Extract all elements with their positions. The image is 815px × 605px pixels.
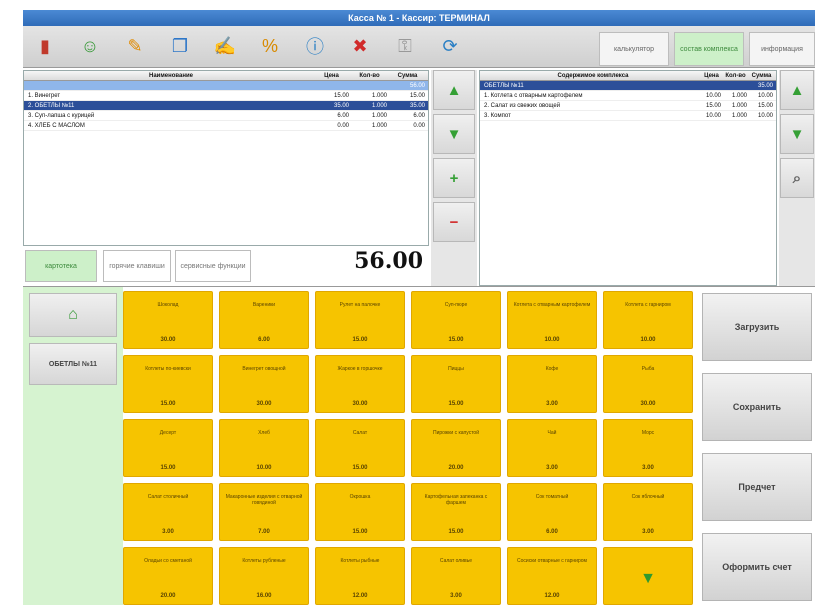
copy-icon[interactable]: ❐: [166, 32, 194, 60]
table-row[interactable]: 2. Салат из свежих овощей 15.00 1.000 15…: [480, 101, 776, 111]
product-tile[interactable]: Оладьи со сметаной 20.00: [123, 547, 213, 605]
discount-icon[interactable]: %: [256, 32, 284, 60]
load-button[interactable]: Загрузить: [702, 293, 812, 361]
product-tile[interactable]: Пирожки с капустой 20.00: [411, 419, 501, 477]
bottom-tabs: картотека горячие клавиши сервисные функ…: [23, 246, 429, 284]
delete-icon[interactable]: ✖: [346, 32, 374, 60]
move-down-icon[interactable]: ▼: [780, 114, 814, 154]
product-tile[interactable]: Рулет на палочке 15.00: [315, 291, 405, 349]
product-tile[interactable]: Шоколад 30.00: [123, 291, 213, 349]
product-tile[interactable]: Картофельная запеканка с фаршем 15.00: [411, 483, 501, 541]
tab-card-index[interactable]: картотека: [25, 250, 97, 282]
product-tile[interactable]: Десерт 15.00: [123, 419, 213, 477]
home-icon: ⌂: [68, 306, 78, 323]
move-down-icon[interactable]: ▼: [433, 114, 475, 154]
product-tile[interactable]: Котлета с гарниром 10.00: [603, 291, 693, 349]
product-tile[interactable]: Котлеты по-киевски 15.00: [123, 355, 213, 413]
move-up-icon[interactable]: ▲: [780, 70, 814, 110]
product-tile[interactable]: Котлеты рыбные 12.00: [315, 547, 405, 605]
product-tile[interactable]: Салат столичный 3.00: [123, 483, 213, 541]
menu-area: ⌂ ОБЕТЛЫ №11 Шоколад 30.00 Вареники 6.00 Р…: [23, 286, 815, 605]
next-page-button[interactable]: ▼: [603, 547, 693, 605]
product-tile[interactable]: Салат 15.00: [315, 419, 405, 477]
complex-controls: ▲ ▼ ⌕: [779, 70, 815, 286]
search-icon[interactable]: ⌕: [780, 158, 814, 198]
product-tile[interactable]: Хлеб 10.00: [219, 419, 309, 477]
table-row[interactable]: 1. Котлета с отварным картофелем 10.00 1…: [480, 91, 776, 101]
order-table[interactable]: Наименование Цена Кол-во Сумма 56.00 1. …: [23, 70, 429, 246]
window-title: Касса № 1 - Кассир: ТЕРМИНАЛ: [348, 13, 490, 23]
info-icon[interactable]: ⓘ: [301, 32, 329, 60]
table-row[interactable]: 2. ОБЕТЛЫ №11 35.00 1.000 35.00: [24, 101, 428, 111]
plus-icon[interactable]: +: [433, 158, 475, 198]
product-tile[interactable]: Пиццы 15.00: [411, 355, 501, 413]
action-column: Загрузить Сохранить Предчет Оформить сче…: [698, 287, 815, 605]
product-tile[interactable]: Суп-пюре 15.00: [411, 291, 501, 349]
complex-table-header: Содержимое комплекса Цена Кол-во Сумма: [480, 71, 776, 81]
tab-hotkeys[interactable]: горячие клавиши: [103, 250, 171, 282]
tools-icon[interactable]: ✎: [121, 32, 149, 60]
table-row[interactable]: 3. Суп-лапша с курицей 6.00 1.000 6.00: [24, 111, 428, 121]
product-tile[interactable]: Котлета с отварным картофелем 10.00: [507, 291, 597, 349]
tab-information[interactable]: информация: [749, 32, 815, 66]
category-button[interactable]: ОБЕТЛЫ №11: [29, 343, 117, 385]
category-back-button[interactable]: ⌂: [29, 293, 117, 337]
product-tile[interactable]: Рыба 30.00: [603, 355, 693, 413]
product-tile[interactable]: Морс 3.00: [603, 419, 693, 477]
product-tile[interactable]: Макаронные изделия с отварной говядиной 7…: [219, 483, 309, 541]
product-grid: Шоколад 30.00 Вареники 6.00 Рулет на палоч…: [123, 291, 698, 605]
product-tile[interactable]: Чай 3.00: [507, 419, 597, 477]
order-summary-row[interactable]: 56.00: [24, 81, 428, 91]
order-controls: ▲ ▼ + −: [431, 70, 477, 286]
product-tile[interactable]: Салат оливье 3.00: [411, 547, 501, 605]
table-row[interactable]: 1. Винегрет 15.00 1.000 15.00: [24, 91, 428, 101]
product-tile[interactable]: Сок томатный 6.00: [507, 483, 597, 541]
order-total: 56.00: [354, 248, 423, 274]
checkout-button[interactable]: Оформить счет: [702, 533, 812, 601]
window-title-bar: Касса № 1 - Кассир: ТЕРМИНАЛ: [23, 10, 815, 26]
product-tile[interactable]: Окрошка 15.00: [315, 483, 405, 541]
product-tile[interactable]: Вареники 6.00: [219, 291, 309, 349]
tab-calculator[interactable]: калькулятор: [599, 32, 669, 66]
table-row[interactable]: ОБЕТЛЫ №11 35.00: [480, 81, 776, 91]
product-tile[interactable]: Сосиски отварные с гарниром 12.00: [507, 547, 597, 605]
precheck-button[interactable]: Предчет: [702, 453, 812, 521]
complex-table[interactable]: Содержимое комплекса Цена Кол-во Сумма О…: [479, 70, 777, 286]
table-row[interactable]: 4. ХЛЕБ С МАСЛОМ 0.00 1.000 0.00: [24, 121, 428, 131]
key-icon[interactable]: ⚿: [391, 32, 419, 60]
exit-icon[interactable]: ▮: [31, 32, 59, 60]
product-tile[interactable]: Сок яблочный 3.00: [603, 483, 693, 541]
save-button[interactable]: Сохранить: [702, 373, 812, 441]
order-table-header: Наименование Цена Кол-во Сумма: [24, 71, 428, 81]
tab-complex-contents[interactable]: состав комплекса: [674, 32, 744, 66]
refresh-icon[interactable]: ⟳: [436, 32, 464, 60]
move-up-icon[interactable]: ▲: [433, 70, 475, 110]
product-tile[interactable]: Кофе 3.00: [507, 355, 597, 413]
product-tile[interactable]: Жаркое в горшочке 30.00: [315, 355, 405, 413]
tab-service-functions[interactable]: сервисные функции: [175, 250, 251, 282]
arrow-down-icon: ▼: [640, 569, 656, 587]
user-icon[interactable]: ☺: [76, 32, 104, 60]
minus-icon[interactable]: −: [433, 202, 475, 242]
table-row[interactable]: 3. Компот 10.00 1.000 10.00: [480, 111, 776, 121]
product-tile[interactable]: Винегрет овощной 30.00: [219, 355, 309, 413]
product-tile[interactable]: Котлеты рубленые 16.00: [219, 547, 309, 605]
toolbar: ▮ ☺ ✎ ❐ ✍ % ⓘ ✖ ⚿ ⟳ калькулятор состав к…: [23, 26, 815, 68]
edit-icon[interactable]: ✍: [211, 32, 239, 60]
category-column: ⌂ ОБЕТЛЫ №11: [23, 287, 123, 605]
